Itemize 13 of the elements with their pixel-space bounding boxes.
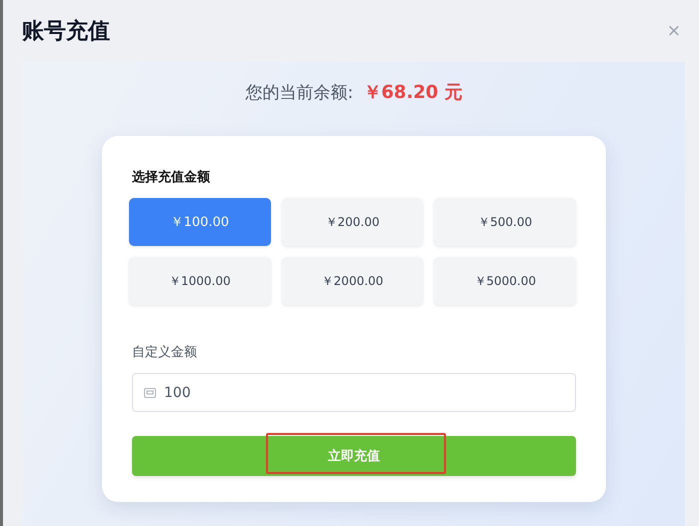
- wallet-icon: [144, 388, 156, 398]
- preset-label: 选择充值金额: [132, 168, 211, 186]
- custom-amount-label: 自定义金额: [132, 344, 198, 361]
- amount-option[interactable]: ￥200.00: [282, 198, 424, 246]
- dialog-title: 账号充值: [22, 18, 110, 46]
- amount-field[interactable]: 100: [132, 373, 576, 412]
- balance-label: 您的当前余额:: [246, 82, 354, 104]
- amount-option[interactable]: ￥2000.00: [282, 257, 424, 305]
- amount-option[interactable]: ￥500.00: [434, 198, 576, 246]
- amount-option[interactable]: ￥1000.00: [129, 257, 271, 305]
- amount-option[interactable]: ￥100.00: [129, 198, 271, 246]
- amount-option[interactable]: ￥5000.00: [434, 257, 576, 305]
- balance-amount: ￥68.20 元: [363, 81, 462, 104]
